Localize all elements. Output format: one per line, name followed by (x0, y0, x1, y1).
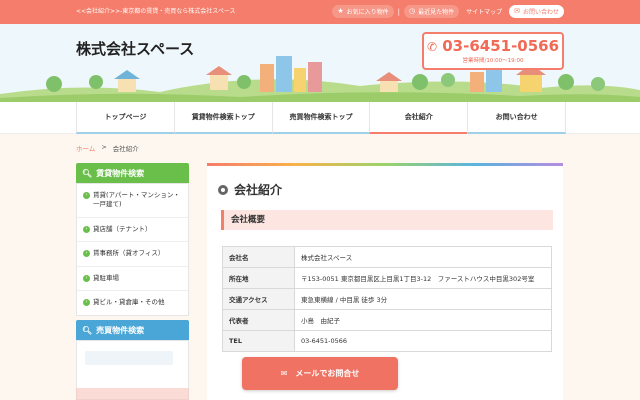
site-header: 株式会社スペース ✆ 03-6451-0566 営業時間/10:00〜19:00 (0, 24, 640, 102)
sale-item-placeholder[interactable] (85, 351, 173, 365)
ring-bullet-icon (218, 184, 228, 195)
rental-category-list: › 賃貸(アパート・マンション・一戸建て) › 貸店舗（テナント） › 賃事務所… (76, 183, 189, 316)
section-heading: 会社概要 (221, 210, 553, 230)
breadcrumb-current: 会社紹介 (112, 145, 139, 153)
sidebar-item-shop[interactable]: › 貸店舗（テナント） (77, 218, 188, 243)
nav-company[interactable]: 会社紹介 (369, 102, 468, 134)
row-value: 〒153-0051 東京都目黒区上目黒1丁目3-12 ファーストハウス中目黒30… (294, 267, 552, 289)
row-key: 所在地 (222, 267, 295, 289)
row-key: 代表者 (222, 309, 295, 331)
sidebar-item-building-other[interactable]: › 貸ビル・貸倉庫・その他 (77, 291, 188, 314)
nav-contact[interactable]: お問い合わせ (467, 102, 566, 134)
mail-icon: ✉ (514, 7, 520, 15)
nav-rental-search[interactable]: 賃貸物件検索トップ (173, 102, 272, 134)
rental-search-title: 賃貸物件検索 (96, 168, 145, 178)
favorites-link[interactable]: ★ お気に入り物件 (332, 5, 394, 18)
nav-sale-search[interactable]: 売買物件検索トップ (271, 102, 370, 134)
chevron-right-icon: › (83, 225, 90, 233)
divider: | (397, 7, 400, 16)
sale-search-header: 🔍︎ 売買物件検索 (76, 320, 189, 340)
site-tagline: <<会社紹介>>-東京都の賃貸・売買なら株式会社スペース (76, 8, 236, 15)
phone-number[interactable]: ✆ 03-6451-0566 (424, 37, 562, 55)
clock-icon: ◷ (408, 7, 416, 15)
search-icon: 🔍︎ (82, 168, 93, 178)
nav-top[interactable]: トップページ (76, 102, 174, 134)
sale-search-title: 売買物件検索 (96, 325, 145, 335)
phone-text: 03-6451-0566 (442, 37, 560, 55)
sidebar-item-label: 貸駐車場 (93, 273, 119, 282)
recent-link[interactable]: ◷ 最近見た物件 (403, 5, 460, 18)
breadcrumb-separator: > (101, 143, 107, 151)
phone-icon: ✆ (426, 40, 437, 54)
row-key: TEL (222, 330, 295, 352)
top-bar: <<会社紹介>>-東京都の賃貸・売買なら株式会社スペース ★ お気に入り物件 |… (0, 0, 640, 24)
page-title-text: 会社紹介 (234, 183, 283, 197)
breadcrumb: ホーム > 会社紹介 (76, 143, 139, 153)
row-value: 株式会社スペース (294, 246, 552, 268)
chevron-right-icon: › (83, 299, 90, 307)
sidebar-banner[interactable] (76, 388, 189, 400)
global-nav: トップページ 賃貸物件検索トップ 売買物件検索トップ 会社紹介 お問い合わせ (0, 102, 640, 134)
recent-label: 最近見た物件 (418, 9, 455, 16)
table-row: 代表者 小島 由紀子 (222, 309, 552, 331)
mail-contact-label: メールでお問合せ (295, 369, 360, 378)
contact-label: お問い合わせ (522, 9, 559, 16)
sidebar-item-office[interactable]: › 賃事務所（貸オフィス） (77, 242, 188, 267)
phone-box: ✆ 03-6451-0566 営業時間/10:00〜19:00 (422, 32, 564, 70)
sitemap-link[interactable]: サイトマップ (463, 7, 505, 16)
chevron-right-icon: › (83, 274, 90, 282)
top-links: ★ お気に入り物件 | ◷ 最近見た物件 サイトマップ ✉ お問い合わせ (332, 5, 564, 18)
sidebar-item-label: 貸ビル・貸倉庫・その他 (93, 298, 165, 307)
row-key: 交通アクセス (222, 288, 295, 310)
favorites-label: お気に入り物件 (346, 9, 389, 16)
table-row: 交通アクセス 東急東横線 / 中目黒 徒歩 3分 (222, 288, 552, 310)
breadcrumb-home[interactable]: ホーム (76, 143, 95, 153)
page-title: 会社紹介 (218, 181, 282, 198)
search-icon: 🔍︎ (82, 325, 93, 335)
sidebar-item-residential[interactable]: › 賃貸(アパート・マンション・一戸建て) (77, 184, 188, 218)
row-value: 03-6451-0566 (294, 330, 552, 352)
chevron-right-icon: › (83, 192, 90, 199)
table-row: 所在地 〒153-0051 東京都目黒区上目黒1丁目3-12 ファーストハウス中… (222, 267, 552, 289)
chevron-right-icon: › (83, 250, 90, 258)
rental-search-header: 🔍︎ 賃貸物件検索 (76, 163, 189, 183)
sidebar-item-label: 賃事務所（貸オフィス） (93, 249, 165, 258)
rainbow-divider (207, 163, 563, 166)
sidebar-item-parking[interactable]: › 貸駐車場 (77, 267, 188, 292)
star-icon: ★ (337, 7, 344, 15)
row-key: 会社名 (222, 246, 295, 268)
sidebar-item-label: 賃貸(アパート・マンション・一戸建て) (93, 191, 180, 209)
table-row: 会社名 株式会社スペース (222, 246, 552, 268)
mail-contact-button[interactable]: ✉ メールでお問合せ (242, 357, 398, 390)
mail-icon: ✉ (280, 369, 288, 378)
contact-link[interactable]: ✉ お問い合わせ (509, 5, 564, 18)
sidebar-item-label: 貸店舗（テナント） (93, 224, 152, 233)
business-hours: 営業時間/10:00〜19:00 (462, 58, 524, 64)
table-row: TEL 03-6451-0566 (222, 330, 552, 352)
row-value: 東急東横線 / 中目黒 徒歩 3分 (294, 288, 552, 310)
row-value: 小島 由紀子 (294, 309, 552, 331)
company-info-table: 会社名 株式会社スペース 所在地 〒153-0051 東京都目黒区上目黒1丁目3… (222, 246, 552, 352)
